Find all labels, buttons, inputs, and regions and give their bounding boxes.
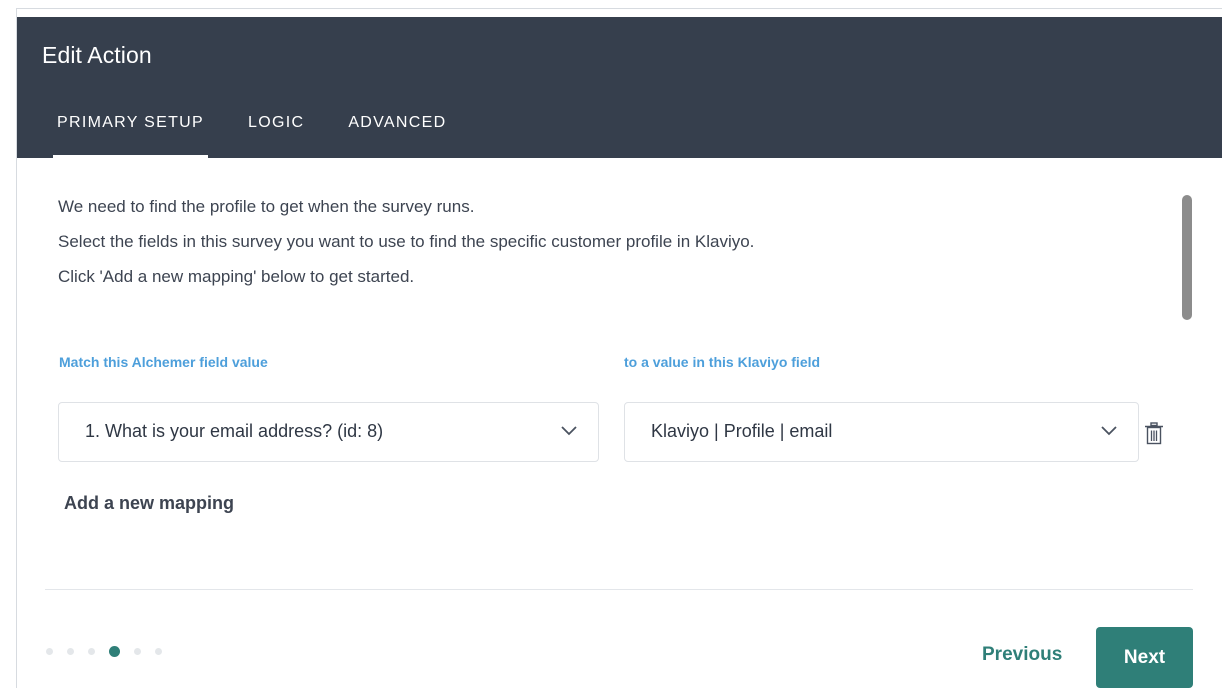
step-dot (155, 648, 162, 655)
chevron-down-icon (561, 426, 577, 436)
intro-line: Click 'Add a new mapping' below to get s… (58, 267, 415, 286)
intro-line: We need to find the profile to get when … (58, 197, 475, 216)
step-dot (46, 648, 53, 655)
tab-advanced[interactable]: ADVANCED (344, 108, 450, 158)
add-mapping-button[interactable]: Add a new mapping (64, 493, 234, 514)
tab-logic[interactable]: LOGIC (244, 108, 308, 158)
chevron-down-icon (1101, 426, 1117, 436)
previous-button[interactable]: Previous (982, 644, 1062, 666)
dialog-content: We need to find the profile to get when … (17, 158, 1222, 688)
step-dot (88, 648, 95, 655)
divider (45, 589, 1193, 590)
tab-primary-setup[interactable]: PRIMARY SETUP (53, 108, 209, 158)
next-button[interactable]: Next (1096, 627, 1193, 688)
alchemer-field-value: 1. What is your email address? (id: 8) (85, 421, 384, 441)
step-dot-active (109, 646, 120, 657)
intro-text: We need to find the profile to get when … (58, 193, 754, 298)
tab-bar: PRIMARY SETUP LOGIC ADVANCED (53, 108, 486, 158)
dialog-title: Edit Action (42, 42, 152, 68)
klaviyo-field-value: Klaviyo | Profile | email (651, 421, 833, 441)
klaviyo-field-label: to a value in this Klaviyo field (624, 354, 821, 370)
trash-icon[interactable] (1144, 422, 1164, 446)
dialog-header: Edit Action PRIMARY SETUP LOGIC ADVANCED (17, 17, 1222, 158)
step-dot (67, 648, 74, 655)
scrollbar-thumb[interactable] (1182, 195, 1192, 320)
alchemer-field-label: Match this Alchemer field value (59, 354, 268, 370)
edit-action-dialog: Edit Action PRIMARY SETUP LOGIC ADVANCED… (16, 8, 1222, 688)
alchemer-field-select[interactable]: 1. What is your email address? (id: 8) (58, 402, 599, 462)
intro-line: Select the fields in this survey you wan… (58, 232, 755, 251)
step-dot (134, 648, 141, 655)
step-indicator (46, 646, 176, 657)
klaviyo-field-select[interactable]: Klaviyo | Profile | email (624, 402, 1139, 462)
